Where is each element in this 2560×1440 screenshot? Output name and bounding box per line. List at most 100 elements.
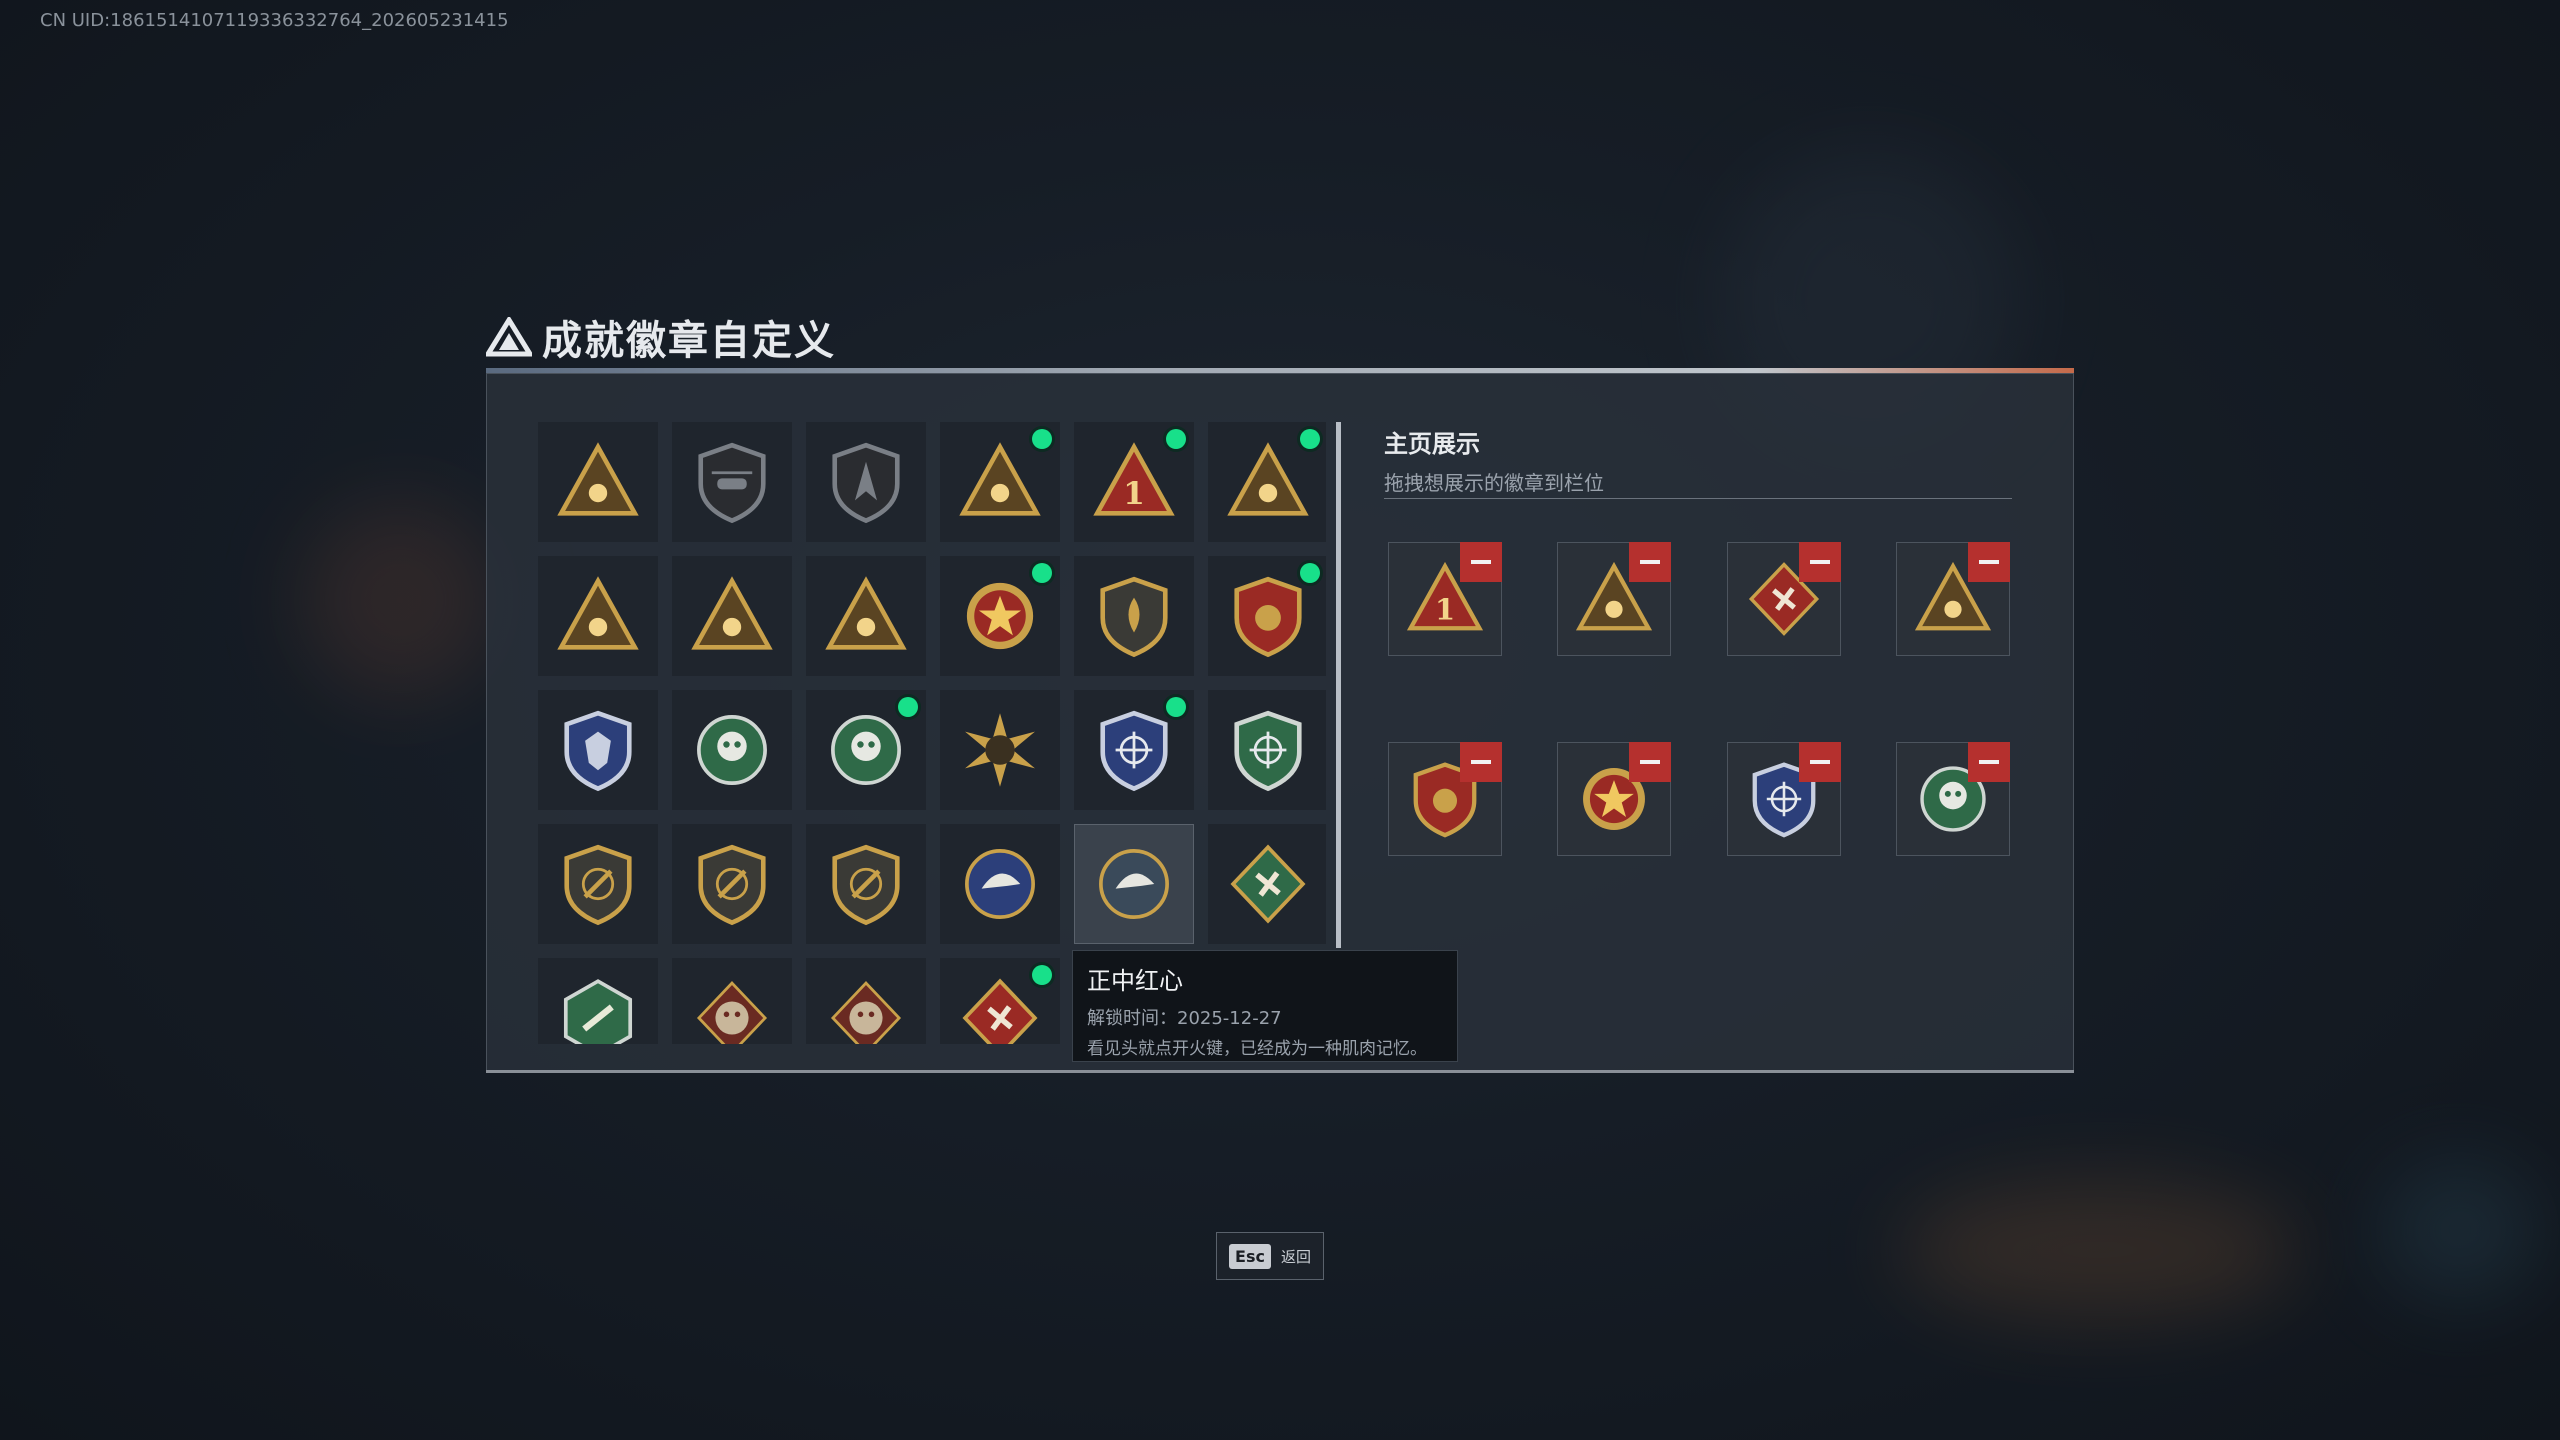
badge-cell[interactable] [538,958,658,1044]
showcase-slot[interactable] [1557,742,1671,856]
new-indicator-dot [1166,429,1186,449]
shield-triangle-badge-icon [552,436,644,528]
badge-cell[interactable] [806,422,926,542]
badge-tooltip: 正中红心 解锁时间：2025-12-27 看见头就点开火键，已经成为一种肌肉记忆… [1072,950,1458,1062]
new-indicator-dot [898,697,918,717]
red-diamond-soldier-badge-icon [954,972,1046,1044]
badge-cell[interactable] [940,958,1060,1044]
new-indicator-dot [1166,697,1186,717]
showcase-slot[interactable] [1388,742,1502,856]
badge-cell[interactable] [538,690,658,810]
blue-eagle-badge-icon [954,838,1046,930]
badge-cell[interactable] [1208,690,1326,810]
badge-cell[interactable] [672,422,792,542]
blue-crosshair-shield-badge-icon [1088,704,1180,796]
red-dragon-badge-icon [686,972,778,1044]
back-button[interactable]: Esc 返回 [1216,1232,1324,1280]
svg-text:1: 1 [1123,476,1145,512]
badge-cell[interactable] [1074,690,1194,810]
soldier-triangle-badge-icon [686,570,778,662]
badge-cell[interactable] [940,422,1060,542]
badge-cell[interactable] [806,824,926,944]
number-one-triangle-badge-icon: 1 [1088,436,1180,528]
remove-icon[interactable] [1629,742,1671,782]
spearhead-shield-badge-icon [820,436,912,528]
badge-cell[interactable] [1208,556,1326,676]
showcase-subtitle: 拖拽想展示的徽章到栏位 [1384,471,1604,495]
badge-cell[interactable] [940,690,1060,810]
showcase-slot[interactable] [1727,542,1841,656]
triangle-logo-icon [486,317,532,357]
tooltip-time-label: 解锁时间： [1087,1008,1177,1029]
badge-cell[interactable] [940,824,1060,944]
green-flower-skull-badge-icon [820,704,912,796]
showcase-slot[interactable]: 1 [1388,542,1502,656]
rifle-shield-badge-icon [552,838,644,930]
showcase-slot[interactable] [1896,742,2010,856]
flame-shield-badge-icon [1088,570,1180,662]
showcase-slot[interactable] [1727,742,1841,856]
badge-cell[interactable] [672,690,792,810]
showcase-divider [1384,498,2012,499]
gold-tower-triangle-badge-icon [954,436,1046,528]
grid-scrollbar[interactable] [1336,422,1341,948]
new-indicator-dot [1032,429,1052,449]
badge-cell[interactable] [806,556,926,676]
red-dragon-2-badge-icon [820,972,912,1044]
eye-triangle-badge-icon [552,570,644,662]
new-indicator-dot [1032,965,1052,985]
uid-text: CN UID:1861514107119336332764_2026052314… [40,10,509,31]
green-eagle-diamond-badge-icon [1222,838,1314,930]
page-title: 成就徽章自定义 [542,318,836,364]
rocket-triangle-badge-icon [820,570,912,662]
red-star-medal-badge-icon [954,570,1046,662]
badge-cell[interactable] [806,958,926,1044]
red-gold-star-shield-badge-icon [1222,570,1314,662]
esc-key-icon: Esc [1229,1243,1271,1269]
badge-cell[interactable] [1208,422,1326,542]
green-hex-rifle-badge-icon [552,972,644,1044]
showcase-title: 主页展示 [1384,430,1480,458]
tank-burst-badge-icon [954,704,1046,796]
badge-cell[interactable] [940,556,1060,676]
blue-wolf-shield-badge-icon [552,704,644,796]
remove-icon[interactable] [1460,742,1502,782]
badge-cell[interactable] [538,422,658,542]
panel-bottom-line [486,1070,2074,1073]
remove-icon[interactable] [1460,542,1502,582]
new-indicator-dot [1300,563,1320,583]
remove-icon[interactable] [1629,542,1671,582]
remove-icon[interactable] [1799,542,1841,582]
remove-icon[interactable] [1968,742,2010,782]
tooltip-description: 看见头就点开火键，已经成为一种肌肉记忆。 [1087,1039,1427,1059]
page-header: 成就徽章自定义 [486,308,836,366]
remove-icon[interactable] [1799,742,1841,782]
badge-cell[interactable] [1074,556,1194,676]
new-indicator-dot [1032,563,1052,583]
showcase-slot[interactable] [1896,542,2010,656]
showcase-header: 主页展示 拖拽想展示的徽章到栏位 [1384,424,1604,496]
badge-cell[interactable] [806,690,926,810]
kneeling-soldier-triangle-badge-icon [1222,436,1314,528]
remove-icon[interactable] [1968,542,2010,582]
badge-cell[interactable] [538,556,658,676]
badge-cell[interactable] [672,958,792,1044]
showcase-slot[interactable] [1557,542,1671,656]
badge-cell[interactable] [1208,824,1326,944]
tooltip-unlock-time: 解锁时间：2025-12-27 [1087,1004,1443,1030]
tooltip-time-value: 2025-12-27 [1177,1008,1282,1029]
back-label: 返回 [1280,1247,1311,1266]
badge-cell[interactable] [672,824,792,944]
badge-cell[interactable]: 1 [1074,422,1194,542]
rifle-shield-2-badge-icon [686,838,778,930]
new-indicator-dot [1300,429,1320,449]
green-crosshair-shield-badge-icon [1222,704,1314,796]
badge-cell[interactable] [672,556,792,676]
badge-cell[interactable] [1074,824,1194,944]
badge-cell[interactable] [538,824,658,944]
eagle-circle-badge-icon [1088,838,1180,930]
svg-text:1: 1 [1435,593,1455,627]
helicopter-badge-icon [686,436,778,528]
gold-crossed-rifles-badge-icon [820,838,912,930]
green-skull-badge-icon [686,704,778,796]
